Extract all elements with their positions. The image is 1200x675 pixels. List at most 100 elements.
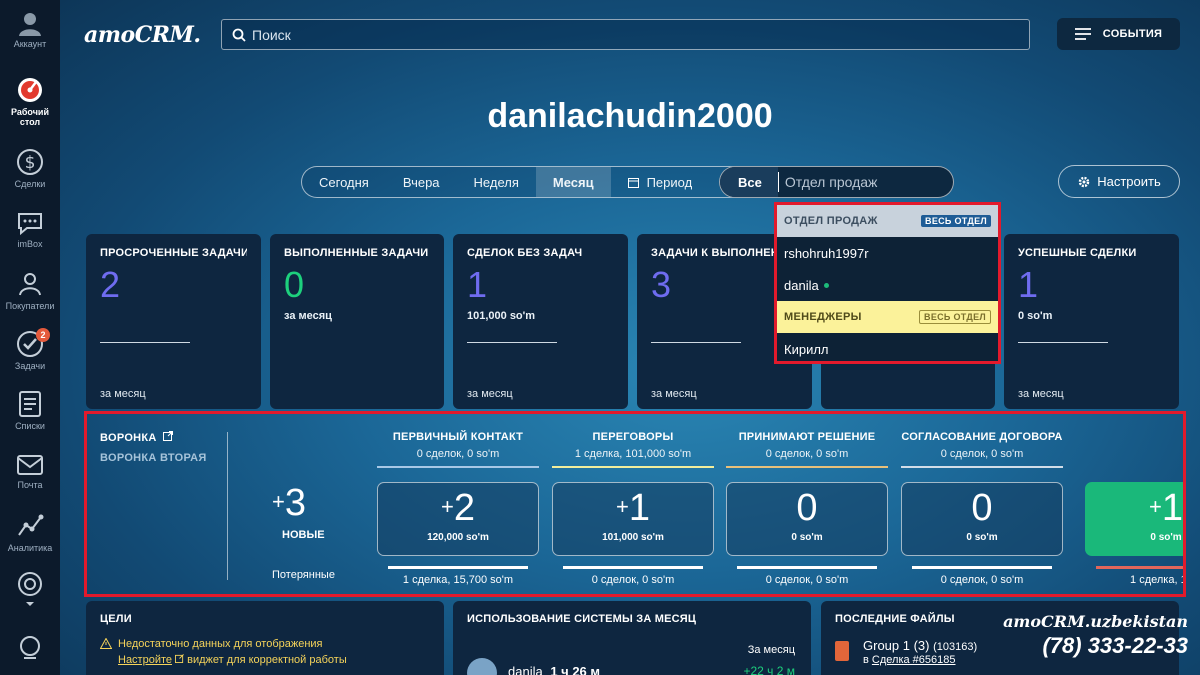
stage-value: 2 xyxy=(453,487,475,529)
tab-yesterday[interactable]: Вчера xyxy=(386,167,457,197)
card-deals-without-tasks[interactable]: СДЕЛОК БЕЗ ЗАДАЧ 1 101,000 so'm за месяц xyxy=(453,234,628,409)
usage-user-name: danila xyxy=(508,664,543,675)
tab-today[interactable]: Сегодня xyxy=(302,167,386,197)
dropdown-user[interactable]: danila xyxy=(777,269,998,301)
dashboard-icon xyxy=(18,78,42,102)
card-overdue-tasks[interactable]: ПРОСРОЧЕННЫЕ ЗАДАЧИ 2 за месяц xyxy=(86,234,261,409)
goals-setup-link[interactable]: Настройте xyxy=(118,654,172,666)
pipeline-divider xyxy=(227,432,228,580)
stage-summary: 0 сделок, 0 so'm xyxy=(416,448,500,460)
sidebar-item-analytics[interactable]: Аналитика xyxy=(0,512,60,553)
pipeline-second[interactable]: ВОРОНКА ВТОРАЯ xyxy=(100,452,207,464)
stage-underline xyxy=(912,566,1052,569)
amocrm-logo[interactable]: amoCRM. xyxy=(84,22,201,48)
tab-month[interactable]: Месяц xyxy=(535,167,611,197)
card-value: 1 xyxy=(1018,264,1039,305)
usage-period: За месяц xyxy=(747,644,795,656)
support-icon xyxy=(20,636,40,659)
sidebar-item-mail[interactable]: Почта xyxy=(0,453,60,490)
sidebar-item-label: Покупатели xyxy=(5,301,55,311)
setup-label: Настроить xyxy=(1097,174,1161,189)
dropdown-group-sales[interactable]: ОТДЕЛ ПРОДАЖ ВЕСЬ ОТДЕЛ xyxy=(777,205,998,237)
sidebar-item-tasks[interactable]: 2 Задачи xyxy=(0,328,60,371)
warning-icon xyxy=(100,638,112,649)
dropdown-user-label: rshohruh1997r xyxy=(784,245,869,261)
stage-box[interactable]: +1 0 so'm xyxy=(1085,482,1183,556)
sidebar-item-account[interactable]: Аккаунт xyxy=(0,10,60,49)
card-footer: за месяц xyxy=(100,388,146,400)
stage-underline xyxy=(1096,566,1183,569)
sidebar-item-lists[interactable]: Списки xyxy=(0,390,60,431)
card-subtitle: за месяц xyxy=(284,310,332,322)
sidebar-item-customers[interactable]: Покупатели xyxy=(0,270,60,311)
stage-value: 0 xyxy=(971,487,993,529)
search-bar[interactable] xyxy=(221,19,1030,50)
brand-watermark: amoCRM.uzbekistan (78) 333-22-33 xyxy=(1003,612,1188,659)
card-value: 1 xyxy=(467,264,488,305)
stage-box[interactable]: +2 120,000 so'm xyxy=(377,482,539,556)
sidebar-item-imbox[interactable]: imBox xyxy=(0,210,60,249)
filter-input[interactable] xyxy=(777,172,938,192)
search-icon xyxy=(232,28,246,42)
user-filter[interactable]: Все xyxy=(719,166,954,198)
gear-icon xyxy=(1078,176,1090,187)
card-title: СДЕЛОК БЕЗ ЗАДАЧ xyxy=(467,247,583,259)
dropdown-group-label: ОТДЕЛ ПРОДАЖ xyxy=(784,215,878,227)
sidebar-item-dashboard[interactable]: Рабочий стол xyxy=(0,76,60,127)
stage-lost: 1 сделка, 15,700 so'm xyxy=(402,574,514,586)
card-title: УСПЕШНЫЕ СДЕЛКИ xyxy=(1018,247,1137,259)
file-in-label: в xyxy=(863,654,869,666)
calendar-icon xyxy=(627,177,639,188)
sidebar-item-label: Задачи xyxy=(14,361,46,371)
goals-warning: Недостаточно данных для отображения xyxy=(100,638,430,650)
lost-label: Потерянные xyxy=(272,569,335,581)
stage-box[interactable]: 0 0 so'm xyxy=(726,482,888,556)
filter-all-button[interactable]: Все xyxy=(720,167,778,197)
page-title: danilachudin2000 xyxy=(487,97,773,135)
stage-name: ПЕРЕГОВОРЫ xyxy=(592,431,674,443)
stage-underline xyxy=(737,566,877,569)
chat-icon xyxy=(18,213,42,236)
sidebar-item-integrations[interactable] xyxy=(0,570,60,610)
new-leads-label: НОВЫЕ xyxy=(282,529,325,541)
setup-button[interactable]: Настроить xyxy=(1058,165,1180,198)
pipeline-name[interactable]: ВОРОНКА xyxy=(100,431,174,444)
tab-week[interactable]: Неделя xyxy=(457,167,536,197)
stage-color-bar xyxy=(726,466,888,468)
integrations-icon xyxy=(18,572,42,596)
list-icon xyxy=(19,391,41,417)
chevron-down-icon xyxy=(26,602,34,606)
card-subtitle: 0 so'm xyxy=(1018,310,1053,322)
search-input[interactable] xyxy=(252,26,1012,43)
stage-summary: 0 сделок, 0 so'm xyxy=(765,448,849,460)
dropdown-user-label: Кирилл xyxy=(784,341,829,357)
whole-department-tag[interactable]: ВЕСЬ ОТДЕЛ xyxy=(919,310,991,324)
file-name: Group 1 (3) xyxy=(863,638,930,653)
analytics-icon xyxy=(18,514,44,536)
users-icon xyxy=(19,273,41,296)
card-footer: за месяц xyxy=(1018,388,1064,400)
dropdown-user[interactable]: rshohruh1997r xyxy=(777,237,998,269)
dropdown-group-managers[interactable]: МЕНЕДЖЕРЫ ВЕСЬ ОТДЕЛ xyxy=(777,301,998,333)
sidebar-item-deals[interactable]: $ Сделки xyxy=(0,148,60,189)
sidebar-item-support[interactable] xyxy=(0,634,60,665)
card-completed-tasks[interactable]: ВЫПОЛНЕННЫЕ ЗАДАЧИ 0 за месяц xyxy=(270,234,444,409)
whole-department-tag[interactable]: ВЕСЬ ОТДЕЛ xyxy=(921,215,991,227)
card-divider xyxy=(467,342,557,343)
card-title: ВЫПОЛНЕННЫЕ ЗАДАЧИ xyxy=(284,247,429,259)
mail-icon xyxy=(17,455,43,475)
new-leads-number: 3 xyxy=(284,482,306,524)
new-leads-value[interactable]: +3 xyxy=(272,484,306,522)
card-divider xyxy=(651,342,741,343)
stage-lost: 1 сделка, 15,7 xyxy=(1130,574,1183,586)
file-name-line[interactable]: Group 1 (3) (103163) xyxy=(863,638,977,653)
tab-period[interactable]: Период xyxy=(611,167,710,197)
stage-name: ПРИНИМАЮТ РЕШЕНИЕ xyxy=(738,431,876,443)
file-deal-link[interactable]: Сделка #656185 xyxy=(872,654,956,666)
stage-box[interactable]: +1 101,000 so'm xyxy=(552,482,714,556)
stage-box[interactable]: 0 0 so'm xyxy=(901,482,1063,556)
stage-color-bar xyxy=(1085,466,1183,468)
events-button[interactable]: СОБЫТИЯ xyxy=(1057,18,1180,50)
card-successful-deals[interactable]: УСПЕШНЫЕ СДЕЛКИ 1 0 so'm за месяц xyxy=(1004,234,1179,409)
dropdown-user[interactable]: Кирилл xyxy=(777,333,998,365)
